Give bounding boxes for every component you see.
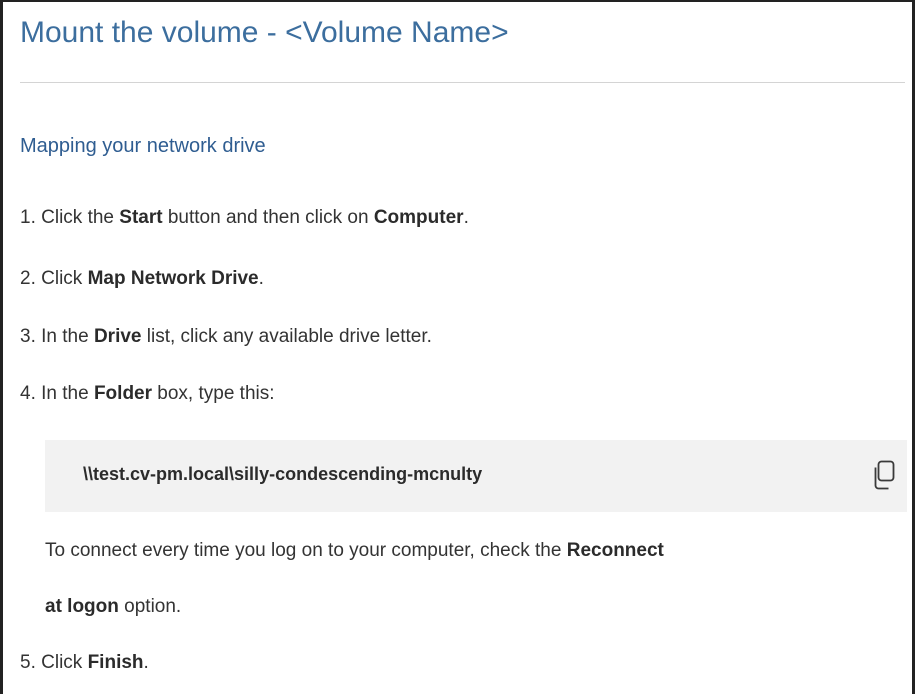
step-1-start: Start (119, 207, 163, 228)
folder-path-box: \\test.cv-pm.local\silly-condescending-m… (45, 440, 907, 512)
note-prefix: To connect every time you log on to your… (45, 540, 567, 561)
step-3-drive: Drive (93, 326, 142, 347)
copy-icon[interactable] (871, 460, 897, 490)
note-at-logon: at logon (45, 596, 119, 617)
mount-volume-panel: Mount the volume - <Volume Name> Mapping… (0, 0, 915, 694)
step-2-map-network-drive: Map Network Drive (87, 268, 259, 289)
step-2-prefix: 2. Click (20, 268, 88, 289)
step-2: 2. Click Map Network Drive. (20, 268, 264, 290)
page-title: Mount the volume - <Volume Name> (20, 16, 509, 49)
step-1-suffix: . (463, 207, 469, 228)
title-divider (20, 82, 905, 83)
section-heading: Mapping your network drive (20, 135, 266, 157)
note-suffix: option. (118, 596, 182, 617)
step-1-computer: Computer (373, 207, 464, 228)
step-4-folder: Folder (93, 383, 153, 404)
step-3-prefix: 3. In the (20, 326, 94, 347)
step-1-mid: button and then click on (162, 207, 374, 228)
step-5: 5. Click Finish. (20, 652, 149, 674)
step-4-suffix: box, type this: (152, 383, 275, 404)
folder-path-text[interactable]: \\test.cv-pm.local\silly-condescending-m… (83, 464, 482, 485)
step-5-prefix: 5. Click (20, 652, 88, 673)
step-3: 3. In the Drive list, click any availabl… (20, 326, 432, 348)
reconnect-note-line-1: To connect every time you log on to your… (45, 540, 664, 562)
step-1: 1. Click the Start button and then click… (20, 207, 469, 229)
reconnect-note-line-2: at logon option. (45, 596, 181, 618)
step-1-prefix: 1. Click the (20, 207, 120, 228)
step-4-prefix: 4. In the (20, 383, 94, 404)
step-3-suffix: list, click any available drive letter. (141, 326, 432, 347)
step-5-suffix: . (143, 652, 149, 673)
step-4: 4. In the Folder box, type this: (20, 383, 275, 405)
step-2-suffix: . (258, 268, 264, 289)
note-reconnect: Reconnect (566, 540, 664, 561)
step-5-finish: Finish (87, 652, 144, 673)
